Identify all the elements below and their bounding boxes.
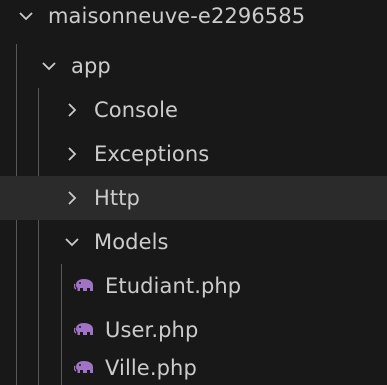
chevron-right-icon xyxy=(62,188,82,208)
tree-item-label: User.php xyxy=(105,318,199,342)
chevron-down-icon xyxy=(39,56,59,76)
tree-item-label: app xyxy=(71,54,111,78)
chevron-down-icon xyxy=(16,6,36,26)
tree-item-label: Exceptions xyxy=(94,142,210,166)
tree-item-label: Etudiant.php xyxy=(105,274,242,298)
chevron-right-icon xyxy=(62,144,82,164)
php-elephant-icon xyxy=(74,322,95,338)
php-elephant-icon xyxy=(74,278,95,294)
tree-item-root-folder[interactable]: maisonneuve-e2296585 xyxy=(0,0,387,38)
tree-item-folder-console[interactable]: Console xyxy=(0,88,387,132)
tree-item-label: Ville.php xyxy=(105,356,197,380)
tree-item-label: Console xyxy=(94,98,179,122)
tree-item-folder-app[interactable]: app xyxy=(0,44,387,88)
file-explorer-tree: maisonneuve-e2296585 app Console Excepti… xyxy=(0,0,387,385)
tree-item-file-ville[interactable]: Ville.php xyxy=(0,346,387,385)
tree-item-folder-models[interactable]: Models xyxy=(0,220,387,264)
tree-item-label: maisonneuve-e2296585 xyxy=(48,4,306,28)
tree-item-file-etudiant[interactable]: Etudiant.php xyxy=(0,264,387,308)
chevron-right-icon xyxy=(62,100,82,120)
tree-item-folder-http[interactable]: Http xyxy=(0,176,387,220)
tree-item-label: Http xyxy=(94,186,140,210)
chevron-down-icon xyxy=(62,232,82,252)
php-elephant-icon xyxy=(74,360,95,376)
tree-item-label: Models xyxy=(94,230,169,254)
tree-item-folder-exceptions[interactable]: Exceptions xyxy=(0,132,387,176)
